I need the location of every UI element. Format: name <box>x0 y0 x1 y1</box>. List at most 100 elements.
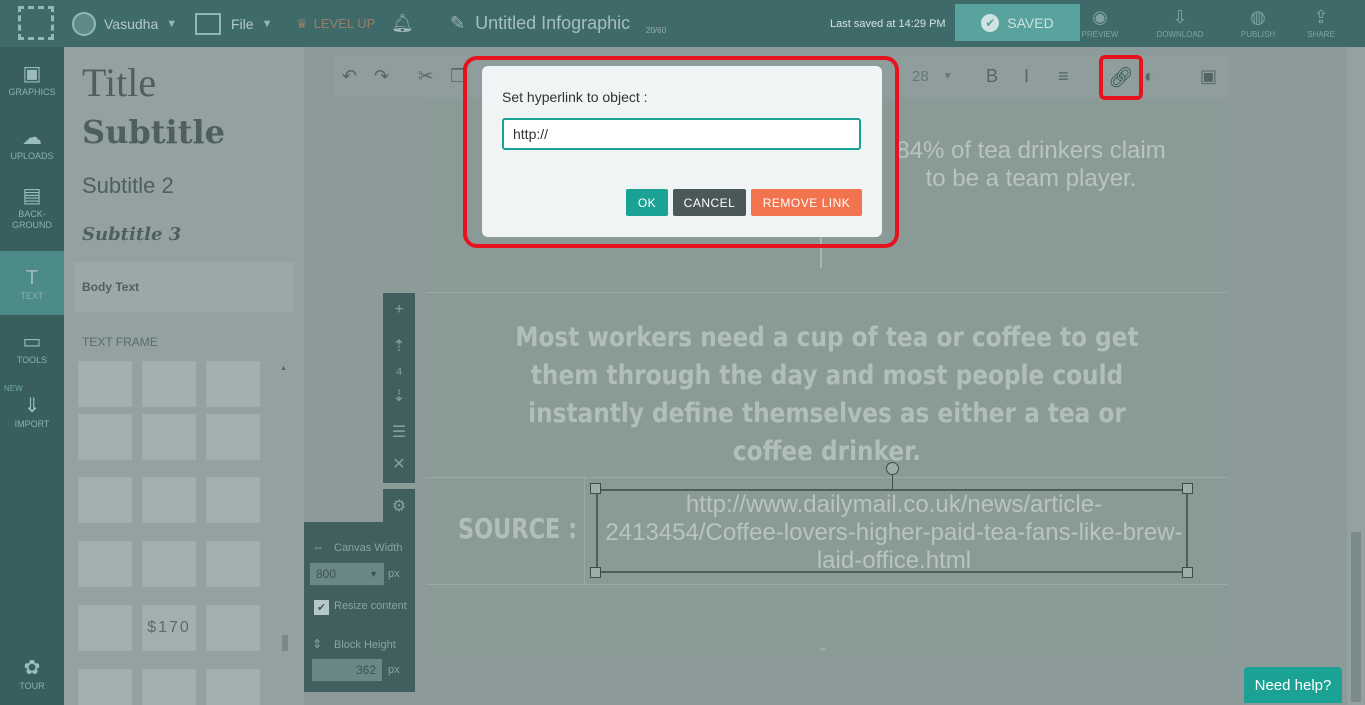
text-frame-list: $170 <box>78 361 270 705</box>
share-button[interactable]: ⇪ SHARE <box>1291 4 1351 44</box>
doc-title-field[interactable]: ✎ Untitled Infographic <box>450 0 633 47</box>
text-frame-thumb[interactable] <box>78 605 132 651</box>
sidebar-item-uploads[interactable]: ☁ UPLOADS <box>0 111 64 175</box>
cut-icon[interactable]: ✂ <box>418 55 433 97</box>
block-height-input[interactable]: 362 <box>312 659 382 681</box>
cancel-button[interactable]: CANCEL <box>673 189 746 216</box>
user-name: Vasudha <box>104 15 159 32</box>
text-frame-thumb[interactable] <box>78 414 132 460</box>
text-frame-thumb[interactable] <box>78 361 132 407</box>
dialog-title: Set hyperlink to object : <box>502 89 648 105</box>
resize-handle-bl[interactable] <box>590 567 601 578</box>
sidebar-item-tour[interactable]: ✿ TOUR <box>0 641 64 705</box>
text-frame-thumb[interactable] <box>142 361 196 407</box>
redo-icon[interactable]: ↷ <box>374 55 389 97</box>
bell-icon[interactable]: 🔔︎ <box>391 0 414 47</box>
download-button[interactable]: ⇩ DOWNLOAD <box>1150 4 1210 44</box>
avatar <box>72 11 96 36</box>
saved-button[interactable]: ✔ SAVED <box>955 4 1080 41</box>
remove-link-button[interactable]: REMOVE LINK <box>751 189 862 216</box>
text-frame-thumb[interactable] <box>206 669 260 705</box>
rotate-handle[interactable] <box>886 462 899 475</box>
undo-icon[interactable]: ↶ <box>342 55 357 97</box>
file-menu[interactable]: File ▼ <box>195 0 272 47</box>
sidebar-item-label: IMPORT <box>14 419 50 429</box>
text-frame-heading: TEXT FRAME <box>82 335 158 349</box>
file-label: File <box>231 15 254 32</box>
preset-title[interactable]: Title <box>82 59 156 106</box>
sidebar-item-import[interactable]: ⇓ IMPORT <box>0 379 64 443</box>
text-frame-thumb[interactable] <box>78 541 132 587</box>
text-frame-thumb[interactable] <box>206 541 260 587</box>
sidebar-item-tools[interactable]: ▭ TOOLS <box>0 315 64 379</box>
share-icon: ⇪ <box>1313 7 1329 27</box>
hyperlink-input[interactable] <box>502 118 861 150</box>
text-frame-thumb[interactable] <box>206 477 260 523</box>
sidebar-item-graphics[interactable]: ▣ GRAPHICS <box>0 47 64 111</box>
text-frame-thumb[interactable] <box>142 414 196 460</box>
text-frame-thumb[interactable] <box>206 605 260 651</box>
preset-subtitle-2[interactable]: Subtitle 2 <box>82 173 174 199</box>
source-label[interactable]: SOURCE : <box>458 512 577 545</box>
resize-handle-br[interactable] <box>1182 567 1193 578</box>
user-menu[interactable]: Vasudha ▼ <box>72 0 177 47</box>
hyperlink-button[interactable]: 🔗︎ <box>1099 55 1143 100</box>
scroll-up-icon[interactable]: ▲ <box>280 365 287 372</box>
resize-handle-tl[interactable] <box>590 483 601 494</box>
move-down-icon[interactable]: ⇣ <box>383 381 415 411</box>
text-frame-thumb[interactable] <box>142 477 196 523</box>
shape-icon[interactable]: ◐ <box>1144 55 1155 97</box>
resize-content-checkbox[interactable]: ✔ <box>314 600 329 615</box>
resize-handle-tr[interactable] <box>1182 483 1193 494</box>
ok-button[interactable]: OK <box>626 189 668 216</box>
stat-text[interactable]: 84% of tea drinkers claim to be a team p… <box>886 137 1176 193</box>
canvas-scrollbar[interactable] <box>1347 47 1365 705</box>
selected-text-box[interactable]: http://www.dailymail.co.uk/news/article-… <box>596 489 1188 574</box>
publish-button[interactable]: ◍ PUBLISH <box>1228 4 1288 44</box>
duplicate-icon[interactable]: ☰ <box>383 417 415 447</box>
left-sidebar: ▣ GRAPHICS ☁ UPLOADS ▤ BACK- GROUND T TE… <box>0 47 64 705</box>
canvas-width-label: Canvas Width <box>334 542 403 554</box>
width-icon: ⇔ <box>312 540 324 554</box>
preset-subtitle-3[interactable]: Subtitle 3 <box>82 224 181 245</box>
block-height-label: Block Height <box>334 639 396 651</box>
text-panel: Title Subtitle Subtitle 2 Subtitle 3 Bod… <box>64 47 304 705</box>
block-settings: ⇔ Canvas Width 800 ▼ px ✔ Resize content… <box>304 522 415 692</box>
canvas-width-select[interactable]: 800 ▼ <box>310 563 384 585</box>
text-frame-thumb[interactable] <box>78 477 132 523</box>
preset-body-text[interactable]: Body Text <box>74 262 294 312</box>
preview-button[interactable]: ◉ PREVIEW <box>1070 4 1130 44</box>
import-icon: ⇓ <box>23 395 41 417</box>
align-icon[interactable]: ≡ <box>1058 55 1069 97</box>
bold-icon[interactable]: B <box>986 55 998 97</box>
chevron-down-icon: ▼ <box>369 569 378 579</box>
font-size-select[interactable]: 28 ▼ <box>904 61 960 91</box>
add-block-icon[interactable]: + <box>383 295 415 325</box>
sidebar-item-background[interactable]: ▤ BACK- GROUND <box>0 175 64 239</box>
char-count: 20/60 <box>646 26 667 35</box>
width-unit: px <box>388 568 400 580</box>
need-help-button[interactable]: Need help? <box>1244 667 1342 703</box>
layer-icon[interactable]: ▣ <box>1200 55 1217 97</box>
level-up-button[interactable]: ♛ LEVEL UP <box>296 0 375 47</box>
gear-icon[interactable]: ⚙ <box>383 489 415 523</box>
logo[interactable] <box>18 6 54 40</box>
text-frame-thumb[interactable] <box>206 361 260 407</box>
panel-scrollbar[interactable]: ▲ <box>280 365 290 697</box>
text-frame-thumb[interactable] <box>78 669 132 705</box>
main-text[interactable]: Most workers need a cup of tea or coffee… <box>508 319 1146 471</box>
text-frame-thumb[interactable]: $170 <box>142 605 196 651</box>
row-divider <box>426 477 1228 478</box>
saved-label: SAVED <box>1007 14 1054 31</box>
drag-handle-icon[interactable]: ═ <box>820 644 826 654</box>
close-icon[interactable]: ✕ <box>383 449 415 479</box>
preset-subtitle[interactable]: Subtitle <box>82 113 225 151</box>
text-frame-thumb[interactable] <box>142 541 196 587</box>
height-icon: ⇕ <box>312 637 323 651</box>
panel-scroll-thumb[interactable] <box>282 635 288 651</box>
canvas-scroll-thumb[interactable] <box>1351 532 1361 702</box>
sidebar-item-text[interactable]: T TEXT <box>0 251 64 315</box>
text-frame-thumb[interactable] <box>142 669 196 705</box>
italic-icon[interactable]: I <box>1024 55 1029 97</box>
text-frame-thumb[interactable] <box>206 414 260 460</box>
